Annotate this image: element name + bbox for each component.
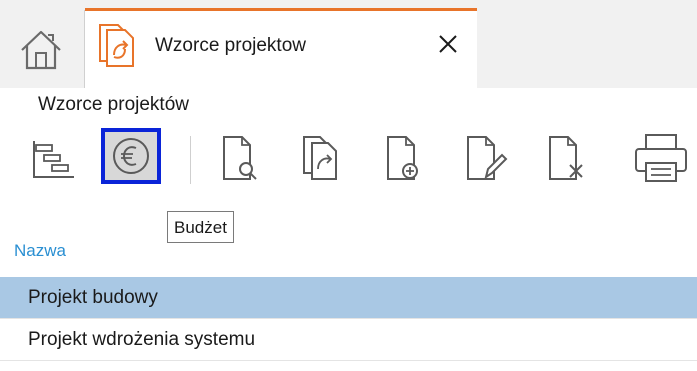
document-add-icon [387, 136, 418, 180]
home-icon [21, 30, 61, 70]
template-list: Projekt budowy Projekt wdrożenia systemu [0, 277, 697, 361]
tree-structure-icon [33, 141, 74, 178]
close-icon[interactable] [437, 33, 459, 55]
budget-button[interactable] [101, 128, 161, 184]
euro-icon [113, 138, 149, 174]
list-item[interactable]: Projekt wdrożenia systemu [0, 319, 697, 361]
column-header-name[interactable]: Nazwa [14, 241, 66, 261]
delete-button[interactable] [540, 133, 592, 185]
print-button[interactable] [622, 133, 697, 185]
printer-icon [635, 134, 687, 182]
toolbar-divider [190, 136, 191, 184]
page-title: Wzorce projektów [38, 94, 189, 115]
preview-button[interactable] [214, 133, 266, 185]
document-copy-icon [303, 136, 337, 180]
home-tab[interactable] [0, 10, 85, 88]
copy-button[interactable] [296, 133, 348, 185]
add-button[interactable] [378, 133, 430, 185]
list-item[interactable]: Projekt budowy [0, 277, 697, 319]
list-item-label: Projekt wdrożenia systemu [28, 329, 256, 350]
edit-button[interactable] [458, 133, 510, 185]
list-item-label: Projekt budowy [28, 287, 158, 308]
tab-wzorce-projektow[interactable]: Wzorce projektow [85, 8, 477, 91]
tree-structure-button[interactable] [28, 133, 80, 185]
document-delete-icon [549, 136, 583, 180]
document-edit-icon [467, 136, 508, 180]
tab-title: Wzorce projektow [155, 35, 306, 56]
document-preview-icon [223, 136, 257, 180]
project-templates-icon [99, 24, 134, 67]
budget-tooltip: Budżet [167, 211, 234, 243]
content-area: Wzorce projektów Budżet Nazwa Projekt bu… [0, 88, 697, 371]
